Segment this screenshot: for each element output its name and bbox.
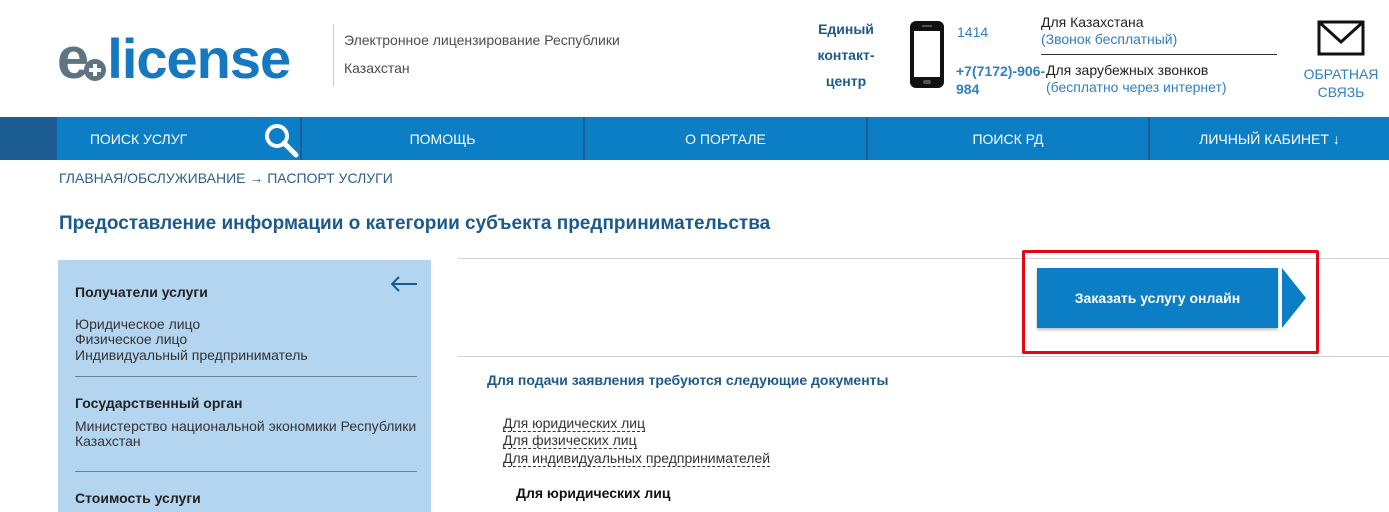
logo-divider (333, 24, 334, 86)
sidebar-divider (75, 471, 417, 472)
recipient-item: Физическое лицо (75, 331, 188, 347)
logo-plus-badge-icon (84, 59, 107, 81)
phone-number-intl[interactable]: +7(7172)-906-984 (956, 62, 1045, 98)
envelope-icon[interactable] (1317, 20, 1365, 56)
contact-divider (1041, 54, 1277, 55)
intl-calls-label: Для зарубежных звонков (1046, 62, 1209, 78)
logo-e: e (57, 26, 89, 91)
page-title: Предоставление информации о категории су… (59, 213, 771, 234)
recipient-item: Индивидуальный предприниматель (75, 347, 308, 363)
content-divider (458, 356, 1389, 357)
nav-item-about[interactable]: О ПОРТАЛЕ (585, 117, 866, 160)
required-docs-heading: Для подачи заявления требуются следующие… (487, 372, 889, 388)
docs-individuals-link[interactable]: Для физических лиц (503, 432, 637, 449)
sidebar-divider (75, 376, 417, 377)
kazakhstan-calls-note: (Звонок бесплатный) (1041, 31, 1178, 47)
nav-item-help[interactable]: ПОМОЩЬ (302, 117, 583, 160)
legal-entities-docs-subheading: Для юридических лиц (516, 485, 671, 501)
breadcrumb[interactable]: ГЛАВНАЯ/ОБСЛУЖИВАНИЕ → ПАСПОРТ УСЛУГИ (59, 170, 393, 186)
contact-center-label: Единый контакт-центр (817, 21, 875, 89)
docs-legal-entities-link[interactable]: Для юридических лиц (503, 415, 646, 432)
nav-item-account[interactable]: ЛИЧНЫЙ КАБИНЕТ ↓ (1150, 117, 1389, 160)
service-cost-heading: Стоимость услуги (75, 490, 201, 506)
nav-left-block (0, 117, 57, 160)
elicense-logo[interactable]: e license (57, 26, 291, 91)
site-tagline: Электронное лицензирование Республики Ка… (344, 32, 620, 76)
magnifier-icon[interactable] (263, 122, 299, 158)
recipients-heading: Получатели услуги (75, 284, 208, 300)
nav-item-search-rd[interactable]: ПОИСК РД (868, 117, 1148, 160)
intl-calls-note[interactable]: (бесплатно через интернет) (1046, 79, 1227, 95)
feedback-link[interactable]: ОБРАТНАЯ СВЯЗЬ (1296, 65, 1386, 101)
kazakhstan-calls-label: Для Казахстана (1041, 14, 1144, 30)
arrow-left-icon[interactable] (390, 276, 418, 292)
logo-license: license (107, 27, 291, 90)
highlight-frame (1022, 250, 1319, 354)
mobile-phone-icon (910, 21, 944, 88)
service-info-sidebar: Получатели услуги Юридическое лицо Физич… (58, 260, 431, 512)
phone-number-local[interactable]: 1414 (957, 24, 988, 40)
gov-agency-text: Казахстан (75, 433, 141, 449)
docs-entrepreneurs-link[interactable]: Для индивидуальных предпринимателей (503, 450, 771, 467)
main-nav: ПОИСК УСЛУГ ПОМОЩЬ О ПОРТАЛЕ ПОИСК РД ЛИ… (0, 117, 1389, 160)
gov-agency-heading: Государственный орган (75, 395, 243, 411)
site-header: e license Электронное лицензирование Рес… (0, 0, 1389, 117)
